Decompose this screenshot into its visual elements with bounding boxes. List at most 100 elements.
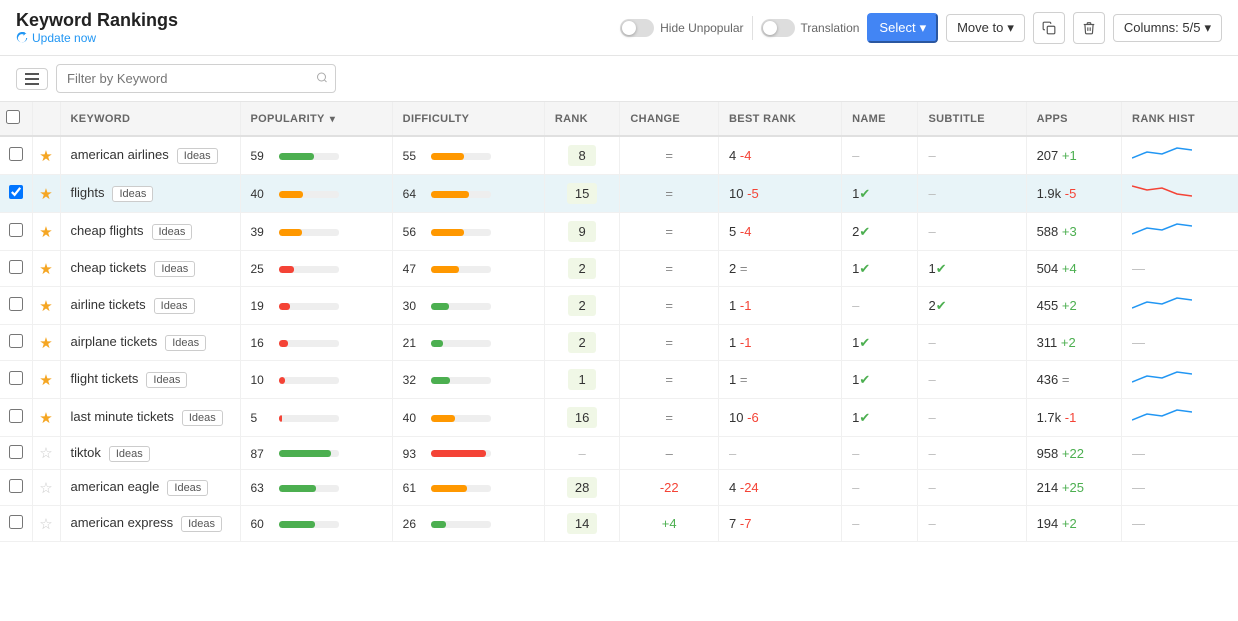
th-check	[0, 102, 32, 136]
apps-value: 504	[1037, 261, 1059, 276]
apps-value: 588	[1037, 224, 1059, 239]
ideas-badge[interactable]: Ideas	[167, 480, 208, 496]
page-title: Keyword Rankings	[16, 10, 178, 31]
row-checkbox[interactable]	[9, 223, 23, 237]
star-icon[interactable]: ★	[39, 410, 52, 427]
star-icon[interactable]: ★	[39, 186, 52, 203]
row-checkbox[interactable]	[9, 515, 23, 529]
subtitle-value: –	[928, 224, 935, 239]
best-rank-value: –	[729, 446, 736, 461]
subtitle-value: –	[928, 335, 935, 350]
subtitle-value: –	[928, 516, 935, 531]
delete-button[interactable]	[1073, 12, 1105, 44]
popularity-bar	[279, 340, 339, 347]
ideas-badge[interactable]: Ideas	[165, 335, 206, 351]
update-now-link[interactable]: Update now	[16, 31, 178, 45]
row-subtitle-cell: –	[918, 361, 1026, 399]
rank-value: 2	[568, 332, 596, 353]
row-checkbox[interactable]	[9, 445, 23, 459]
translation-label: Translation	[801, 21, 860, 35]
row-checkbox[interactable]	[9, 297, 23, 311]
difficulty-bar	[431, 191, 491, 198]
select-all-checkbox[interactable]	[6, 110, 20, 124]
difficulty-value: 64	[403, 187, 425, 201]
star-icon[interactable]: ★	[39, 298, 52, 315]
difficulty-bar	[431, 303, 491, 310]
ideas-badge[interactable]: Ideas	[177, 148, 218, 164]
ideas-badge[interactable]: Ideas	[154, 261, 195, 277]
star-icon[interactable]: ★	[39, 148, 52, 165]
difficulty-value: 55	[403, 149, 425, 163]
row-apps-cell: 1.9k -5	[1026, 175, 1121, 213]
row-checkbox[interactable]	[9, 334, 23, 348]
move-to-button[interactable]: Move to ▾	[946, 14, 1025, 42]
ideas-badge[interactable]: Ideas	[181, 516, 222, 532]
row-checkbox[interactable]	[9, 409, 23, 423]
ideas-badge[interactable]: Ideas	[109, 446, 150, 462]
row-sparkline-cell	[1122, 399, 1238, 437]
row-sparkline-cell: —	[1122, 506, 1238, 542]
row-rank-cell: 8	[544, 136, 620, 175]
row-change-cell: =	[620, 361, 719, 399]
copy-button[interactable]	[1033, 12, 1065, 44]
popularity-value: 19	[251, 299, 273, 313]
star-icon[interactable]: ☆	[39, 480, 52, 497]
row-subtitle-cell: –	[918, 506, 1026, 542]
row-keyword-cell: flightsIdeas	[60, 175, 240, 213]
star-icon[interactable]: ★	[39, 335, 52, 352]
filter-toggle-button[interactable]	[16, 68, 48, 90]
row-subtitle-cell: 2✔	[918, 287, 1026, 325]
star-icon[interactable]: ★	[39, 261, 52, 278]
ideas-badge[interactable]: Ideas	[112, 186, 153, 202]
filter-input[interactable]	[56, 64, 336, 93]
row-subtitle-cell: –	[918, 136, 1026, 175]
popularity-value: 39	[251, 225, 273, 239]
row-checkbox-cell	[0, 506, 32, 542]
ideas-badge[interactable]: Ideas	[182, 410, 223, 426]
ideas-badge[interactable]: Ideas	[152, 224, 193, 240]
translation-toggle[interactable]	[761, 19, 795, 37]
select-button[interactable]: Select ▾	[867, 13, 938, 43]
row-change-cell: =	[620, 213, 719, 251]
row-keyword-cell: tiktokIdeas	[60, 437, 240, 470]
columns-button[interactable]: Columns: 5/5 ▾	[1113, 14, 1222, 42]
difficulty-bar	[431, 450, 491, 457]
best-rank-value: 4 -24	[729, 480, 759, 495]
row-popularity-cell: 10	[240, 361, 392, 399]
hide-unpopular-toggle[interactable]	[620, 19, 654, 37]
th-popularity[interactable]: POPULARITY ▾	[240, 102, 392, 136]
row-apps-cell: 214 +25	[1026, 470, 1121, 506]
row-star-cell: ★	[32, 175, 60, 213]
row-change-cell: –	[620, 437, 719, 470]
rank-value: –	[579, 446, 586, 461]
star-icon[interactable]: ☆	[39, 516, 52, 533]
row-checkbox[interactable]	[9, 147, 23, 161]
row-checkbox[interactable]	[9, 260, 23, 274]
star-icon[interactable]: ☆	[39, 445, 52, 462]
difficulty-value: 47	[403, 262, 425, 276]
difficulty-bar	[431, 153, 491, 160]
row-checkbox[interactable]	[9, 185, 23, 199]
popularity-value: 10	[251, 373, 273, 387]
row-checkbox[interactable]	[9, 371, 23, 385]
row-rank-cell: –	[544, 437, 620, 470]
translation-toggle-wrap: Translation	[761, 19, 860, 37]
row-change-cell: =	[620, 136, 719, 175]
table-row: ★flightsIdeas406415=10 -51✔–1.9k -5	[0, 175, 1238, 213]
row-best-rank-cell: 4 -4	[719, 136, 842, 175]
popularity-bar	[279, 153, 339, 160]
difficulty-value: 40	[403, 411, 425, 425]
star-icon[interactable]: ★	[39, 372, 52, 389]
popularity-value: 40	[251, 187, 273, 201]
ideas-badge[interactable]: Ideas	[146, 372, 187, 388]
row-difficulty-cell: 30	[392, 287, 544, 325]
row-checkbox[interactable]	[9, 479, 23, 493]
row-popularity-cell: 16	[240, 325, 392, 361]
name-value: –	[852, 298, 859, 313]
ideas-badge[interactable]: Ideas	[154, 298, 195, 314]
hide-unpopular-toggle-wrap: Hide Unpopular	[620, 19, 743, 37]
table-row: ★cheap flightsIdeas39569=5 -42✔–588 +3	[0, 213, 1238, 251]
best-rank-value: 2 =	[729, 261, 747, 276]
star-icon[interactable]: ★	[39, 224, 52, 241]
row-best-rank-cell: 5 -4	[719, 213, 842, 251]
